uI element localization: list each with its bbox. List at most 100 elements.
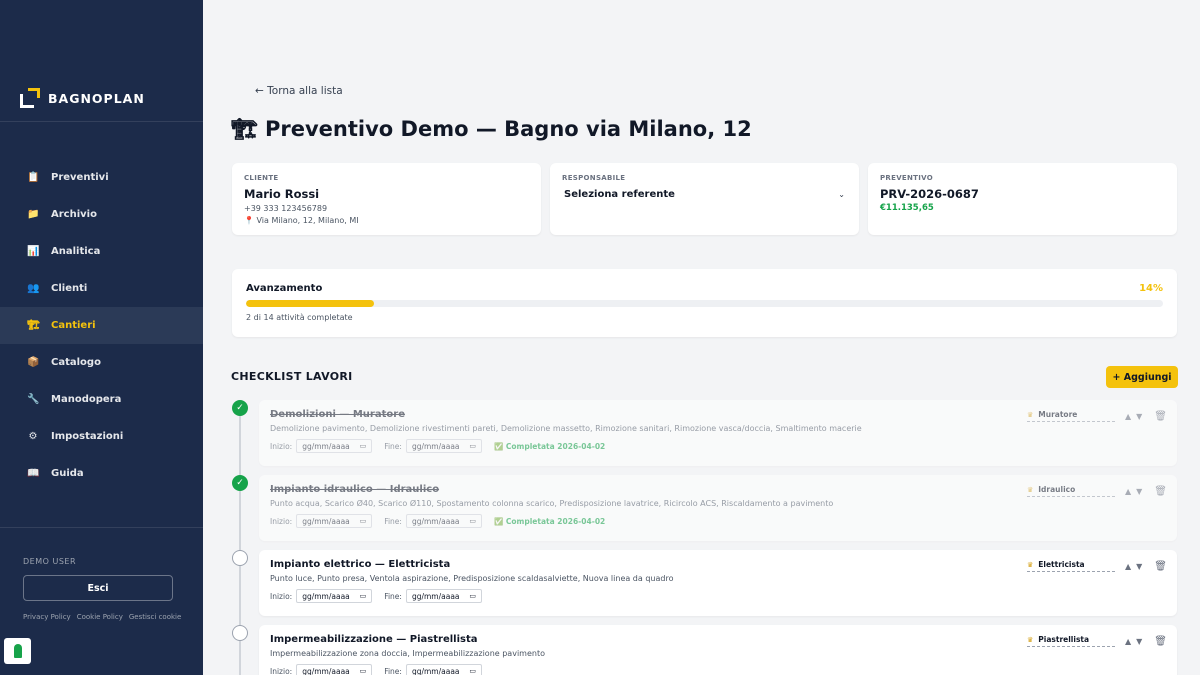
start-date-label: Inizio: [270,516,293,526]
cookie-policy-link[interactable]: Cookie Policy [77,613,123,621]
worker-select[interactable]: ♛ Piastrellista [1026,635,1115,647]
end-date-input[interactable]: gg/mm/aaaa ▭ [405,589,482,603]
manage-cookies-link[interactable]: Gestisci cookie [129,613,181,621]
start-date-input[interactable]: gg/mm/aaaa ▭ [296,664,373,675]
quote-number: PRV-2026-0687 [880,187,979,201]
client-card-label: CLIENTE [244,174,279,182]
sidebar-nav: 📋 Preventivi 📁 Archivio 📊 Analitica 👥 Cl… [0,159,203,492]
page-title: 🏗 Preventivo Demo — Bagno via Milano, 12 [231,117,752,142]
worker-icon: ♛ [1026,635,1034,644]
client-phone: +39 333 123456789 [244,204,328,213]
end-date-label: Fine: [384,666,402,675]
sidebar-item-label: Clienti [51,283,88,294]
users-icon: 👥 [27,282,40,294]
sidebar-item-analitica[interactable]: 📊 Analitica [0,233,203,270]
calendar-icon: ▭ [469,517,476,525]
worker-icon: ♛ [1026,560,1034,569]
sidebar-item-catalogo[interactable]: 📦 Catalogo [0,344,203,381]
quote-amount: €11.135,65 [880,203,934,213]
trash-icon[interactable]: 🗑 [1154,411,1167,422]
manager-select[interactable]: Seleziona referente ⌄ [562,189,847,200]
crane-icon: 🏗 [231,117,258,141]
move-down-icon[interactable]: ▼ [1136,562,1142,571]
task-status-done-icon[interactable]: ✓ [232,400,248,416]
logout-button[interactable]: Esci [23,575,173,601]
calendar-icon: ▭ [469,667,476,675]
sidebar-item-label: Guida [51,468,84,479]
calendar-icon: ▭ [469,592,476,600]
worker-select[interactable]: ♛ Muratore [1026,410,1115,422]
task-status-todo-icon[interactable] [232,550,248,566]
move-down-icon[interactable]: ▼ [1136,487,1142,496]
sidebar-item-preventivi[interactable]: 📋 Preventivi [0,159,203,196]
calendar-icon: ▭ [359,442,367,450]
task-status-todo-icon[interactable] [232,625,248,641]
start-date-label: Inizio: [270,591,293,601]
calendar-icon: ▭ [469,442,476,450]
start-date-input[interactable]: gg/mm/aaaa ▭ [296,589,373,603]
chevron-down-icon: ⌄ [838,190,845,199]
trash-icon[interactable]: 🗑 [1154,486,1167,497]
main-content: ← Torna alla lista 🏗 Preventivo Demo — B… [203,0,1200,675]
client-card: CLIENTE Mario Rossi +39 333 123456789 📍 … [232,163,541,235]
sidebar-item-label: Catalogo [51,357,101,368]
end-date-input[interactable]: gg/mm/aaaa ▭ [405,439,482,453]
cookie-settings-button[interactable] [4,638,31,664]
brand[interactable]: BAGNOPLAN [20,88,145,108]
move-up-icon[interactable]: ▲ [1125,487,1131,496]
privacy-policy-link[interactable]: Privacy Policy [23,613,71,621]
manager-card-label: RESPONSABILE [562,174,626,182]
end-date-input[interactable]: gg/mm/aaaa ▭ [405,514,482,528]
progress-title: Avanzamento [246,283,323,294]
sidebar-item-guida[interactable]: 📖 Guida [0,455,203,492]
completed-badge: ✅ Completata 2026-04-02 [493,441,606,451]
task-status-done-icon[interactable]: ✓ [232,475,248,491]
worker-icon: ♛ [1026,410,1034,419]
sidebar-item-manodopera[interactable]: 🔧 Manodopera [0,381,203,418]
quote-card-label: PREVENTIVO [880,174,933,182]
crane-icon: 🏗 [27,319,40,331]
start-date-label: Inizio: [270,666,293,675]
move-down-icon[interactable]: ▼ [1136,412,1142,421]
sidebar-item-label: Archivio [51,209,97,220]
sidebar-item-cantieri[interactable]: 🏗 Cantieri [0,307,203,344]
start-date-input[interactable]: gg/mm/aaaa ▭ [296,514,373,528]
sidebar-item-clienti[interactable]: 👥 Clienti [0,270,203,307]
worker-icon: ♛ [1026,485,1034,494]
move-up-icon[interactable]: ▲ [1125,637,1131,646]
sidebar-item-impostazioni[interactable]: ⚙ Impostazioni [0,418,203,455]
box-icon: 📦 [27,356,40,368]
calendar-icon: ▭ [359,517,367,525]
progress-bar-fill [246,300,375,307]
trash-icon[interactable]: 🗑 [1154,561,1167,572]
sidebar-item-label: Manodopera [51,394,122,405]
move-up-icon[interactable]: ▲ [1125,562,1131,571]
add-task-button[interactable]: + Aggiungi [1106,366,1178,388]
quote-card: PREVENTIVO PRV-2026-0687 €11.135,65 [868,163,1177,235]
calendar-icon: ▭ [359,667,367,675]
worker-select[interactable]: ♛ Idraulico [1026,485,1115,497]
move-down-icon[interactable]: ▼ [1136,637,1142,646]
trash-icon[interactable]: 🗑 [1154,636,1167,647]
move-up-icon[interactable]: ▲ [1125,412,1131,421]
brand-logo-icon [20,88,40,108]
worker-select[interactable]: ♛ Elettricista [1026,560,1115,572]
sidebar-item-label: Analitica [51,246,101,257]
book-icon: 📖 [27,467,40,479]
task-card: Impianto idraulico — Idraulico Punto acq… [259,475,1177,541]
end-date-input[interactable]: gg/mm/aaaa ▭ [405,664,482,675]
sidebar-item-label: Cantieri [51,320,96,331]
checklist-title: CHECKLIST LAVORI [231,370,353,383]
client-address: 📍 Via Milano, 12, Milano, MI [244,216,359,225]
back-link[interactable]: ← Torna alla lista [255,85,343,97]
footer-links: Privacy Policy Cookie Policy Gestisci co… [23,613,181,621]
wrench-icon: 🔧 [27,393,40,405]
start-date-input[interactable]: gg/mm/aaaa ▭ [296,439,373,453]
start-date-label: Inizio: [270,441,293,451]
sidebar-item-label: Impostazioni [51,431,124,442]
progress-card: Avanzamento 14% 2 di 14 attività complet… [232,269,1177,337]
page-title-text: Preventivo Demo — Bagno via Milano, 12 [264,117,752,141]
sidebar-item-archivio[interactable]: 📁 Archivio [0,196,203,233]
manager-card: RESPONSABILE Seleziona referente ⌄ [550,163,859,235]
completed-badge: ✅ Completata 2026-04-02 [493,516,606,526]
